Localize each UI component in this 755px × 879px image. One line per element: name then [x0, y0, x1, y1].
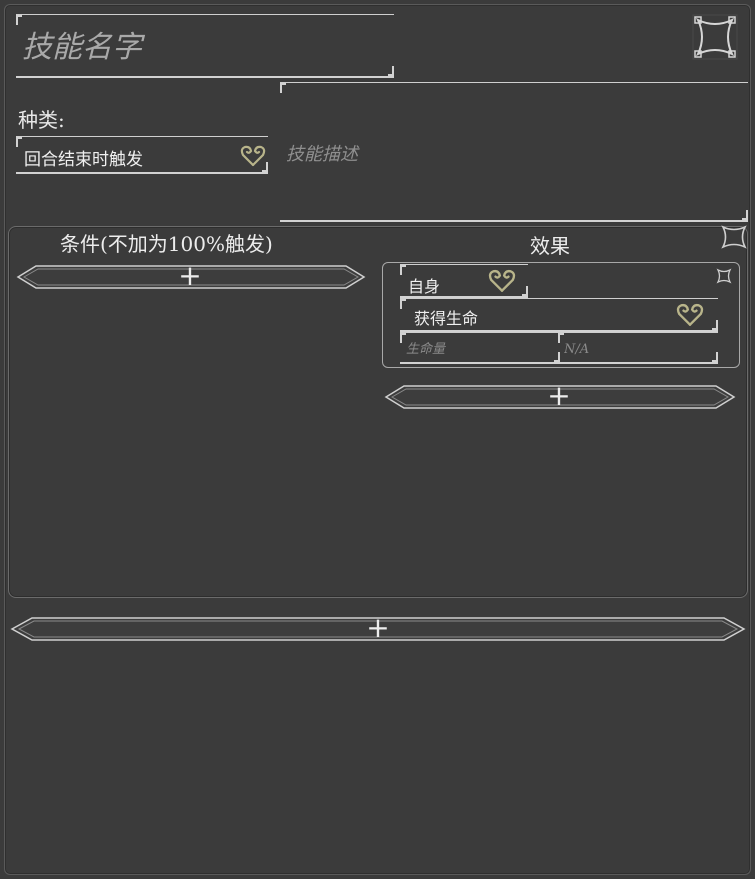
effect-value-input[interactable] — [564, 339, 704, 359]
skill-description-input[interactable] — [286, 139, 726, 169]
effects-title: 效果 — [530, 234, 570, 258]
effect-amount-input[interactable] — [406, 339, 546, 359]
effect-target-value: 自身 — [408, 277, 441, 296]
effect-type-select[interactable]: 获得生命 — [400, 298, 718, 332]
conditions-title: 条件(不加为100%触发) — [60, 232, 273, 256]
plus-icon: + — [366, 611, 390, 644]
type-select[interactable]: 回合结束时触发 — [16, 136, 268, 174]
effect-value-field[interactable] — [558, 332, 718, 364]
effect-type-value: 获得生命 — [414, 309, 479, 328]
skill-name-input[interactable] — [22, 27, 382, 67]
skill-name-field[interactable] — [16, 14, 394, 78]
close-icon[interactable] — [692, 14, 738, 60]
add-skill-entry-button[interactable]: + — [10, 611, 746, 644]
type-label: 种类: — [18, 108, 65, 132]
effect-target-select[interactable]: 自身 — [400, 264, 528, 298]
dropdown-heart-icon[interactable] — [240, 145, 268, 169]
dropdown-heart-icon[interactable] — [488, 269, 516, 293]
dropdown-heart-icon[interactable] — [676, 303, 704, 327]
skill-description-field[interactable] — [280, 82, 748, 222]
type-select-value: 回合结束时触发 — [24, 150, 143, 170]
remove-effect-icon[interactable] — [716, 268, 732, 284]
add-effect-button[interactable]: + — [384, 379, 736, 412]
plus-icon: + — [547, 379, 571, 412]
plus-icon: + — [178, 259, 202, 292]
effect-amount-field[interactable] — [400, 332, 560, 364]
add-condition-button[interactable]: + — [16, 259, 366, 292]
panel-corner-icon[interactable] — [720, 224, 748, 250]
